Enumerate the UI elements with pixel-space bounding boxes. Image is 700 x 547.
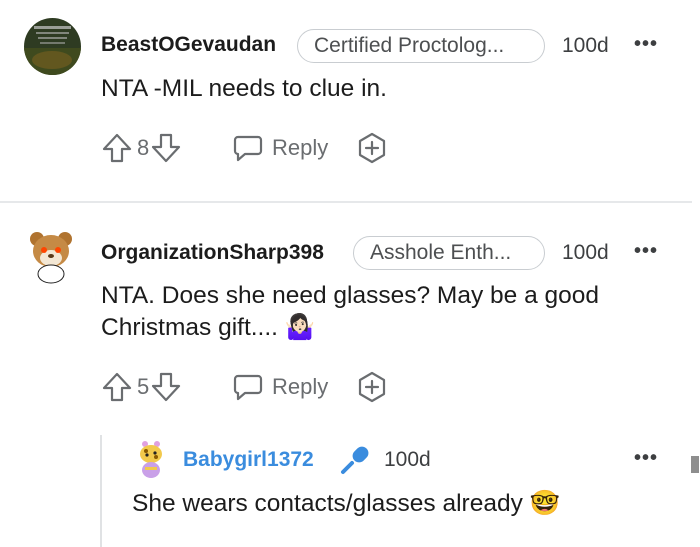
more-options-button[interactable]: ••• (634, 447, 658, 470)
vote-controls: 8 (101, 131, 182, 165)
reply-bubble-icon (232, 133, 264, 163)
more-options-button[interactable]: ••• (634, 33, 658, 56)
comment-username[interactable]: Babygirl1372 (183, 448, 314, 472)
comment-body-text: She wears contacts/glasses already (132, 490, 523, 517)
user-avatar[interactable] (24, 18, 81, 75)
award-button[interactable] (355, 131, 389, 165)
comment-age[interactable]: 100d (562, 34, 609, 58)
comment-username[interactable]: BeastOGevaudan (101, 33, 276, 57)
vote-count: 5 (137, 374, 150, 399)
scrollbar-thumb[interactable] (691, 456, 699, 473)
comment-body: NTA -MIL needs to clue in. (101, 75, 387, 102)
upvote-arrow-icon[interactable] (101, 370, 133, 404)
user-flair: Asshole Enth... (353, 236, 545, 270)
upvote-arrow-icon[interactable] (101, 131, 133, 165)
microphone-icon (338, 443, 372, 477)
comment-body: She wears contacts/glasses already 🤓 (132, 488, 672, 520)
user-flair: Certified Proctolog... (297, 29, 545, 63)
comment-age[interactable]: 100d (562, 241, 609, 265)
downvote-arrow-icon[interactable] (150, 370, 182, 404)
user-avatar[interactable] (26, 229, 76, 284)
snoo-giraffe-avatar-icon (140, 441, 162, 478)
thread-line[interactable] (100, 435, 102, 547)
shrug-emoji: 🤷🏻‍♀️ (284, 314, 316, 341)
comment-age[interactable]: 100d (384, 448, 431, 472)
reply-label: Reply (272, 374, 329, 399)
award-plus-icon (358, 371, 386, 403)
comment-body-text: NTA. Does she need glasses? May be a goo… (101, 282, 600, 341)
comment-divider (0, 201, 692, 203)
downvote-arrow-icon[interactable] (150, 131, 182, 165)
more-options-button[interactable]: ••• (634, 240, 658, 263)
vote-count: 8 (137, 135, 150, 160)
dark-forest-avatar-icon (24, 18, 81, 75)
award-plus-icon (358, 132, 386, 164)
reply-button[interactable]: Reply (232, 370, 328, 404)
snoo-bear-avatar-icon (30, 232, 72, 284)
user-avatar[interactable] (136, 440, 166, 480)
comment-body: NTA. Does she need glasses? May be a goo… (101, 280, 671, 344)
reply-bubble-icon (232, 372, 264, 402)
nerd-emoji: 🤓 (529, 490, 561, 517)
award-button[interactable] (355, 370, 389, 404)
reply-button[interactable]: Reply (232, 131, 328, 165)
comment-username[interactable]: OrganizationSharp398 (101, 241, 324, 265)
vote-controls: 5 (101, 370, 182, 404)
reply-label: Reply (272, 135, 329, 160)
